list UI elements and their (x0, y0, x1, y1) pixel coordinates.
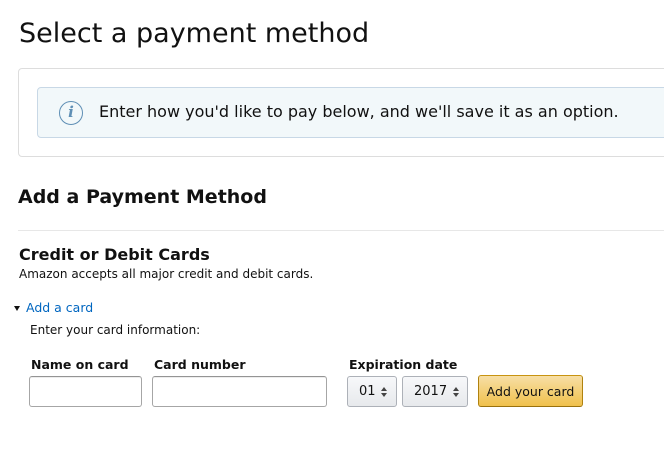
info-icon: i (59, 101, 83, 125)
expiration-month-select[interactable]: 01 (347, 376, 397, 407)
name-on-card-input[interactable] (29, 376, 142, 407)
expiration-year-select[interactable]: 2017 (402, 376, 468, 407)
info-message: Enter how you'd like to pay below, and w… (99, 102, 619, 121)
cards-subtitle: Amazon accepts all major credit and debi… (19, 267, 314, 281)
add-card-toggle[interactable]: Add a card (14, 300, 93, 315)
card-number-label: Card number (154, 357, 246, 372)
expiration-month-value: 01 (359, 384, 376, 399)
page-title: Select a payment method (19, 18, 370, 49)
name-on-card-label: Name on card (31, 357, 129, 372)
updown-arrows-icon (381, 385, 388, 399)
add-your-card-button[interactable]: Add your card (478, 375, 583, 407)
cards-heading: Credit or Debit Cards (19, 245, 210, 264)
updown-arrows-icon (453, 385, 460, 399)
section-title: Add a Payment Method (18, 186, 267, 208)
expiration-year-value: 2017 (414, 384, 448, 399)
caret-down-icon (14, 305, 20, 311)
add-card-link[interactable]: Add a card (26, 300, 93, 315)
card-number-input[interactable] (152, 376, 327, 407)
section-divider (18, 230, 664, 231)
expiration-date-label: Expiration date (349, 357, 458, 372)
enter-card-info-label: Enter your card information: (30, 323, 201, 337)
info-alert: i Enter how you'd like to pay below, and… (37, 87, 664, 138)
info-panel: i Enter how you'd like to pay below, and… (18, 68, 664, 157)
